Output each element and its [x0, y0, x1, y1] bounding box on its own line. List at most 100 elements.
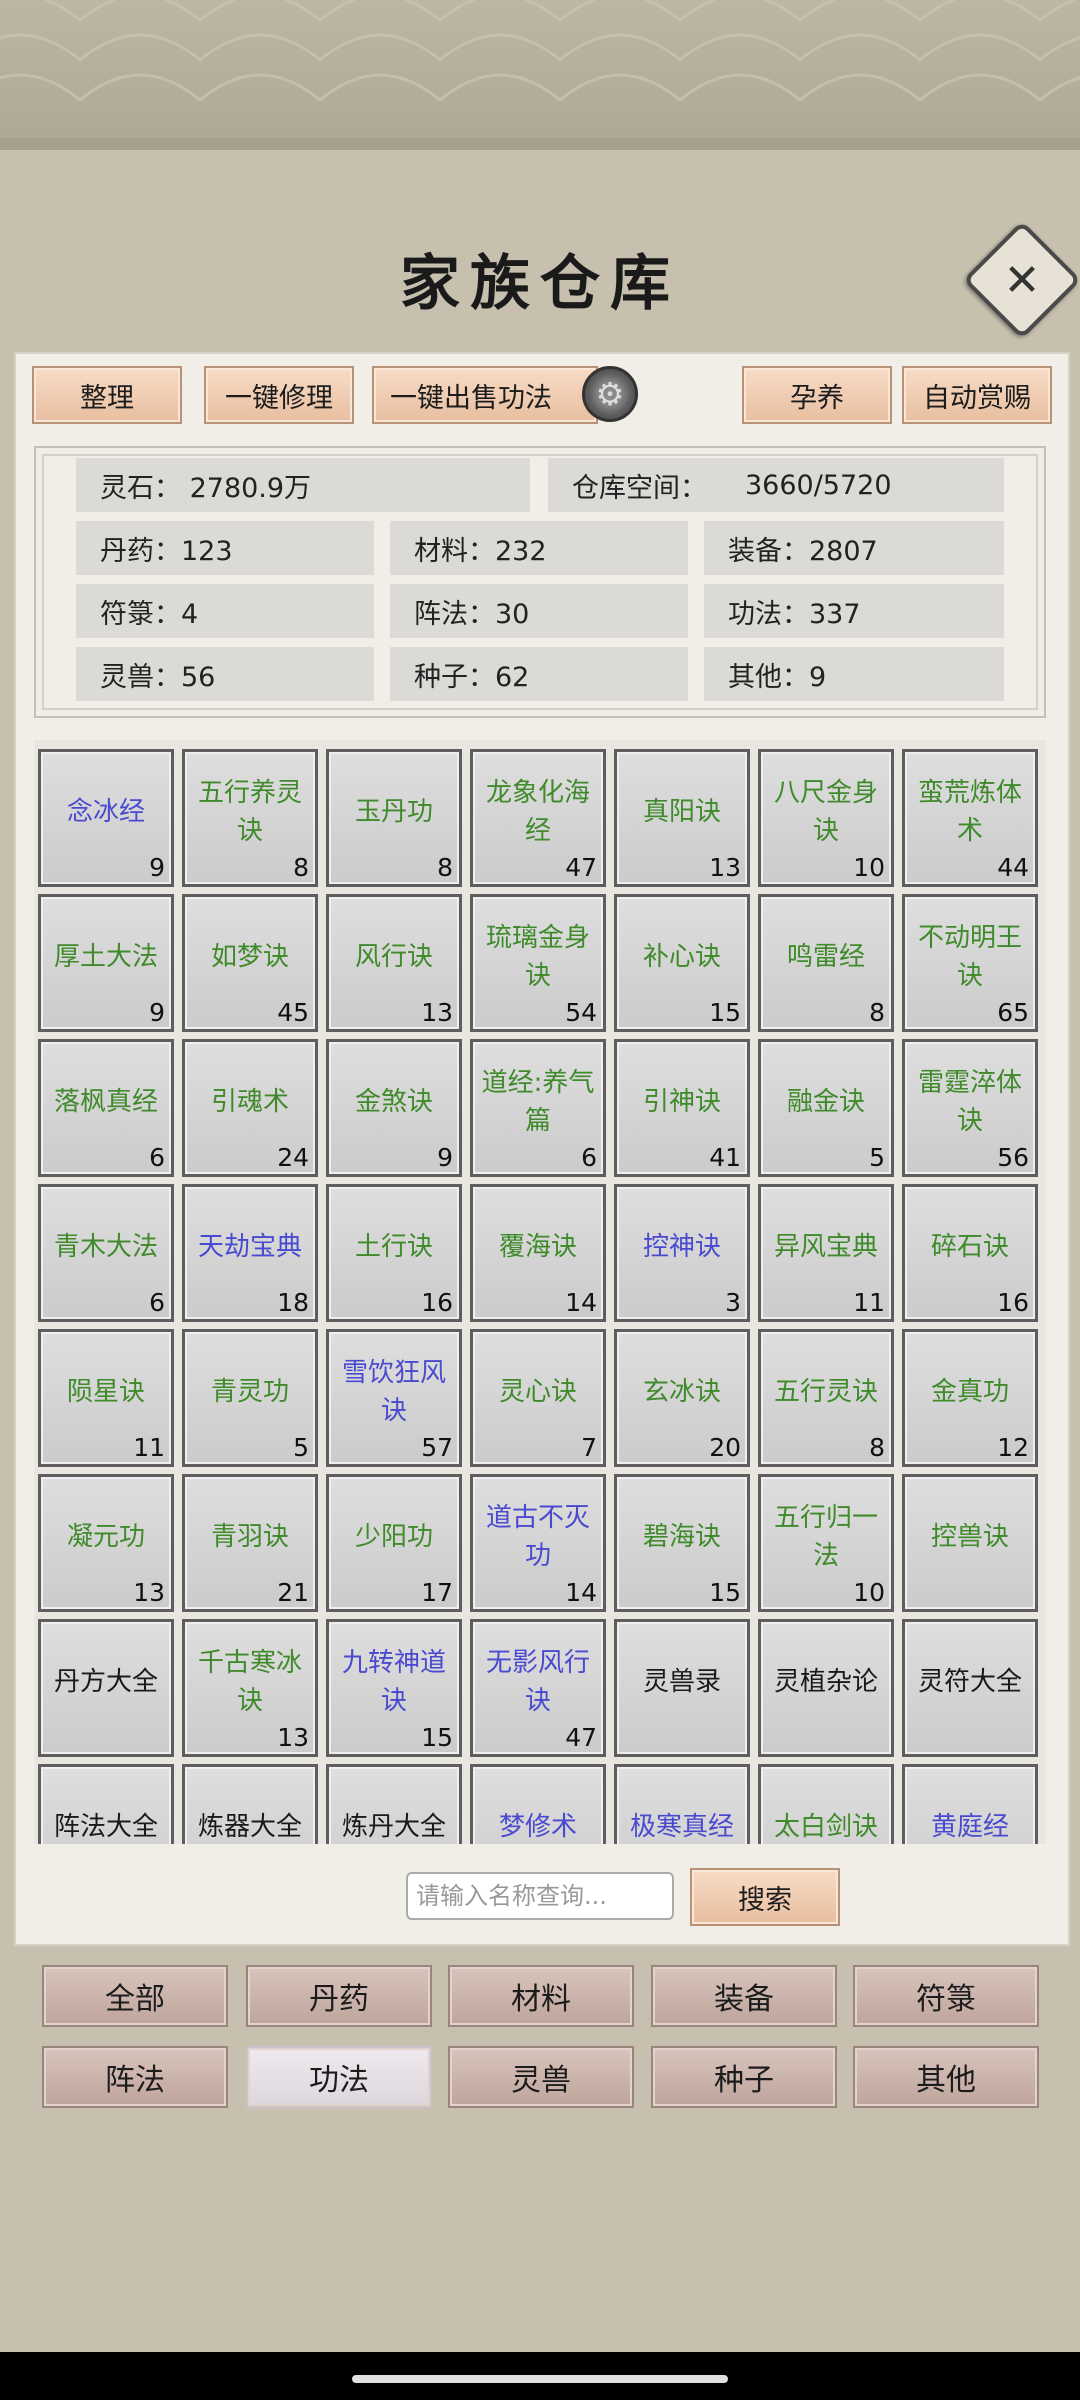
item-count: 8	[293, 853, 309, 882]
item-count: 24	[277, 1143, 309, 1172]
item-slot[interactable]: 极寒真经	[614, 1764, 750, 1844]
item-slot[interactable]: 引魂术 24	[182, 1039, 318, 1177]
item-slot[interactable]: 阵法大全	[38, 1764, 174, 1844]
item-count: 14	[565, 1288, 597, 1317]
item-count: 15	[709, 1578, 741, 1607]
sell-techniques-button[interactable]: 一键出售功法	[372, 366, 598, 424]
item-slot[interactable]: 融金诀 5	[758, 1039, 894, 1177]
item-slot[interactable]: 真阳诀 13	[614, 749, 750, 887]
item-slot[interactable]: 陨星诀 11	[38, 1329, 174, 1467]
item-name: 鸣雷经	[786, 942, 865, 972]
tab-2[interactable]: 材料	[448, 1965, 634, 2027]
item-slot[interactable]: 异风宝典 11	[758, 1184, 894, 1322]
item-slot[interactable]: 道经:养气篇 6	[470, 1039, 606, 1177]
formations-stat: 阵法：30	[390, 584, 688, 638]
item-slot[interactable]: 如梦诀 45	[182, 894, 318, 1032]
materials-stat: 材料：232	[390, 521, 688, 575]
item-slot[interactable]: 灵兽录	[614, 1619, 750, 1757]
item-name: 引魂术	[210, 1087, 289, 1117]
item-count: 14	[565, 1578, 597, 1607]
breed-button[interactable]: 孕养	[742, 366, 892, 424]
item-count: 13	[277, 1723, 309, 1752]
item-slot[interactable]: 落枫真经 6	[38, 1039, 174, 1177]
item-name: 真阳诀	[642, 797, 721, 827]
repair-all-button[interactable]: 一键修理	[204, 366, 354, 424]
item-slot[interactable]: 天劫宝典 18	[182, 1184, 318, 1322]
home-indicator[interactable]	[352, 2375, 728, 2383]
item-slot[interactable]: 风行诀 13	[326, 894, 462, 1032]
item-slot[interactable]: 覆海诀 14	[470, 1184, 606, 1322]
item-slot[interactable]: 引神诀 41	[614, 1039, 750, 1177]
item-slot[interactable]: 灵心诀 7	[470, 1329, 606, 1467]
item-slot[interactable]: 厚土大法 9	[38, 894, 174, 1032]
item-slot[interactable]: 黄庭经	[902, 1764, 1038, 1844]
item-slot[interactable]: 金煞诀 9	[326, 1039, 462, 1177]
item-slot[interactable]: 青灵功 5	[182, 1329, 318, 1467]
tab-1[interactable]: 丹药	[246, 1965, 432, 2027]
item-slot[interactable]: 千古寒冰诀 13	[182, 1619, 318, 1757]
item-slot[interactable]: 念冰经 9	[38, 749, 174, 887]
item-slot[interactable]: 控兽诀	[902, 1474, 1038, 1612]
item-slot[interactable]: 少阳功 17	[326, 1474, 462, 1612]
item-name: 灵符大全	[917, 1667, 1022, 1697]
item-slot[interactable]: 龙象化海经 47	[470, 749, 606, 887]
item-slot[interactable]: 雷霆淬体诀 56	[902, 1039, 1038, 1177]
item-slot[interactable]: 土行诀 16	[326, 1184, 462, 1322]
item-slot[interactable]: 玉丹功 8	[326, 749, 462, 887]
item-slot[interactable]: 控神诀 3	[614, 1184, 750, 1322]
tab-8[interactable]: 种子	[651, 2046, 837, 2108]
item-name: 黄庭经	[930, 1812, 1009, 1842]
item-grid[interactable]: 念冰经 9 五行养灵诀 8 玉丹功 8 龙象化海经 47 真阳诀 13 八尺金身诀 10 蛮荒炼体术 44…	[34, 740, 1046, 1844]
item-slot[interactable]: 梦修术	[470, 1764, 606, 1844]
tab-7[interactable]: 灵兽	[448, 2046, 634, 2108]
item-count: 12	[997, 1433, 1029, 1462]
item-slot[interactable]: 无影风行诀 47	[470, 1619, 606, 1757]
item-name: 灵植杂论	[773, 1667, 878, 1697]
item-slot[interactable]: 碎石诀 16	[902, 1184, 1038, 1322]
gear-icon[interactable]: ⚙	[582, 366, 638, 422]
item-name: 五行灵诀	[773, 1377, 878, 1407]
item-name: 五行归一法	[773, 1503, 878, 1571]
item-slot[interactable]: 太白剑诀	[758, 1764, 894, 1844]
item-slot[interactable]: 青木大法 6	[38, 1184, 174, 1322]
search-button[interactable]: 搜索	[690, 1868, 840, 1926]
item-slot[interactable]: 炼器大全	[182, 1764, 318, 1844]
tab-4[interactable]: 符箓	[853, 1965, 1039, 2027]
tab-3[interactable]: 装备	[651, 1965, 837, 2027]
item-slot[interactable]: 蛮荒炼体术 44	[902, 749, 1038, 887]
capacity-stat: 仓库空间： 3660/5720	[548, 458, 1004, 512]
item-slot[interactable]: 八尺金身诀 10	[758, 749, 894, 887]
item-slot[interactable]: 五行归一法 10	[758, 1474, 894, 1612]
item-slot[interactable]: 鸣雷经 8	[758, 894, 894, 1032]
item-slot[interactable]: 灵植杂论	[758, 1619, 894, 1757]
item-slot[interactable]: 补心诀 15	[614, 894, 750, 1032]
item-count: 6	[149, 1143, 165, 1172]
item-slot[interactable]: 道古不灭功 14	[470, 1474, 606, 1612]
item-slot[interactable]: 凝元功 13	[38, 1474, 174, 1612]
item-slot[interactable]: 碧海诀 15	[614, 1474, 750, 1612]
tab-9[interactable]: 其他	[853, 2046, 1039, 2108]
item-count: 11	[133, 1433, 165, 1462]
item-slot[interactable]: 不动明王诀 65	[902, 894, 1038, 1032]
item-count: 8	[869, 1433, 885, 1462]
item-slot[interactable]: 九转神道诀 15	[326, 1619, 462, 1757]
sort-button[interactable]: 整理	[32, 366, 182, 424]
item-slot[interactable]: 青羽诀 21	[182, 1474, 318, 1612]
auto-reward-button[interactable]: 自动赏赐	[902, 366, 1052, 424]
item-slot[interactable]: 琉璃金身诀 54	[470, 894, 606, 1032]
item-slot[interactable]: 丹方大全	[38, 1619, 174, 1757]
item-count: 18	[277, 1288, 309, 1317]
tab-5[interactable]: 阵法	[42, 2046, 228, 2108]
tab-6[interactable]: 功法	[246, 2046, 432, 2108]
search-input[interactable]	[406, 1872, 674, 1920]
item-slot[interactable]: 雪饮狂风诀 57	[326, 1329, 462, 1467]
item-name: 青木大法	[53, 1232, 158, 1262]
item-slot[interactable]: 玄冰诀 20	[614, 1329, 750, 1467]
tab-0[interactable]: 全部	[42, 1965, 228, 2027]
item-slot[interactable]: 五行灵诀 8	[758, 1329, 894, 1467]
item-slot[interactable]: 炼丹大全	[326, 1764, 462, 1844]
item-count: 10	[853, 853, 885, 882]
item-slot[interactable]: 灵符大全	[902, 1619, 1038, 1757]
item-slot[interactable]: 五行养灵诀 8	[182, 749, 318, 887]
item-slot[interactable]: 金真功 12	[902, 1329, 1038, 1467]
